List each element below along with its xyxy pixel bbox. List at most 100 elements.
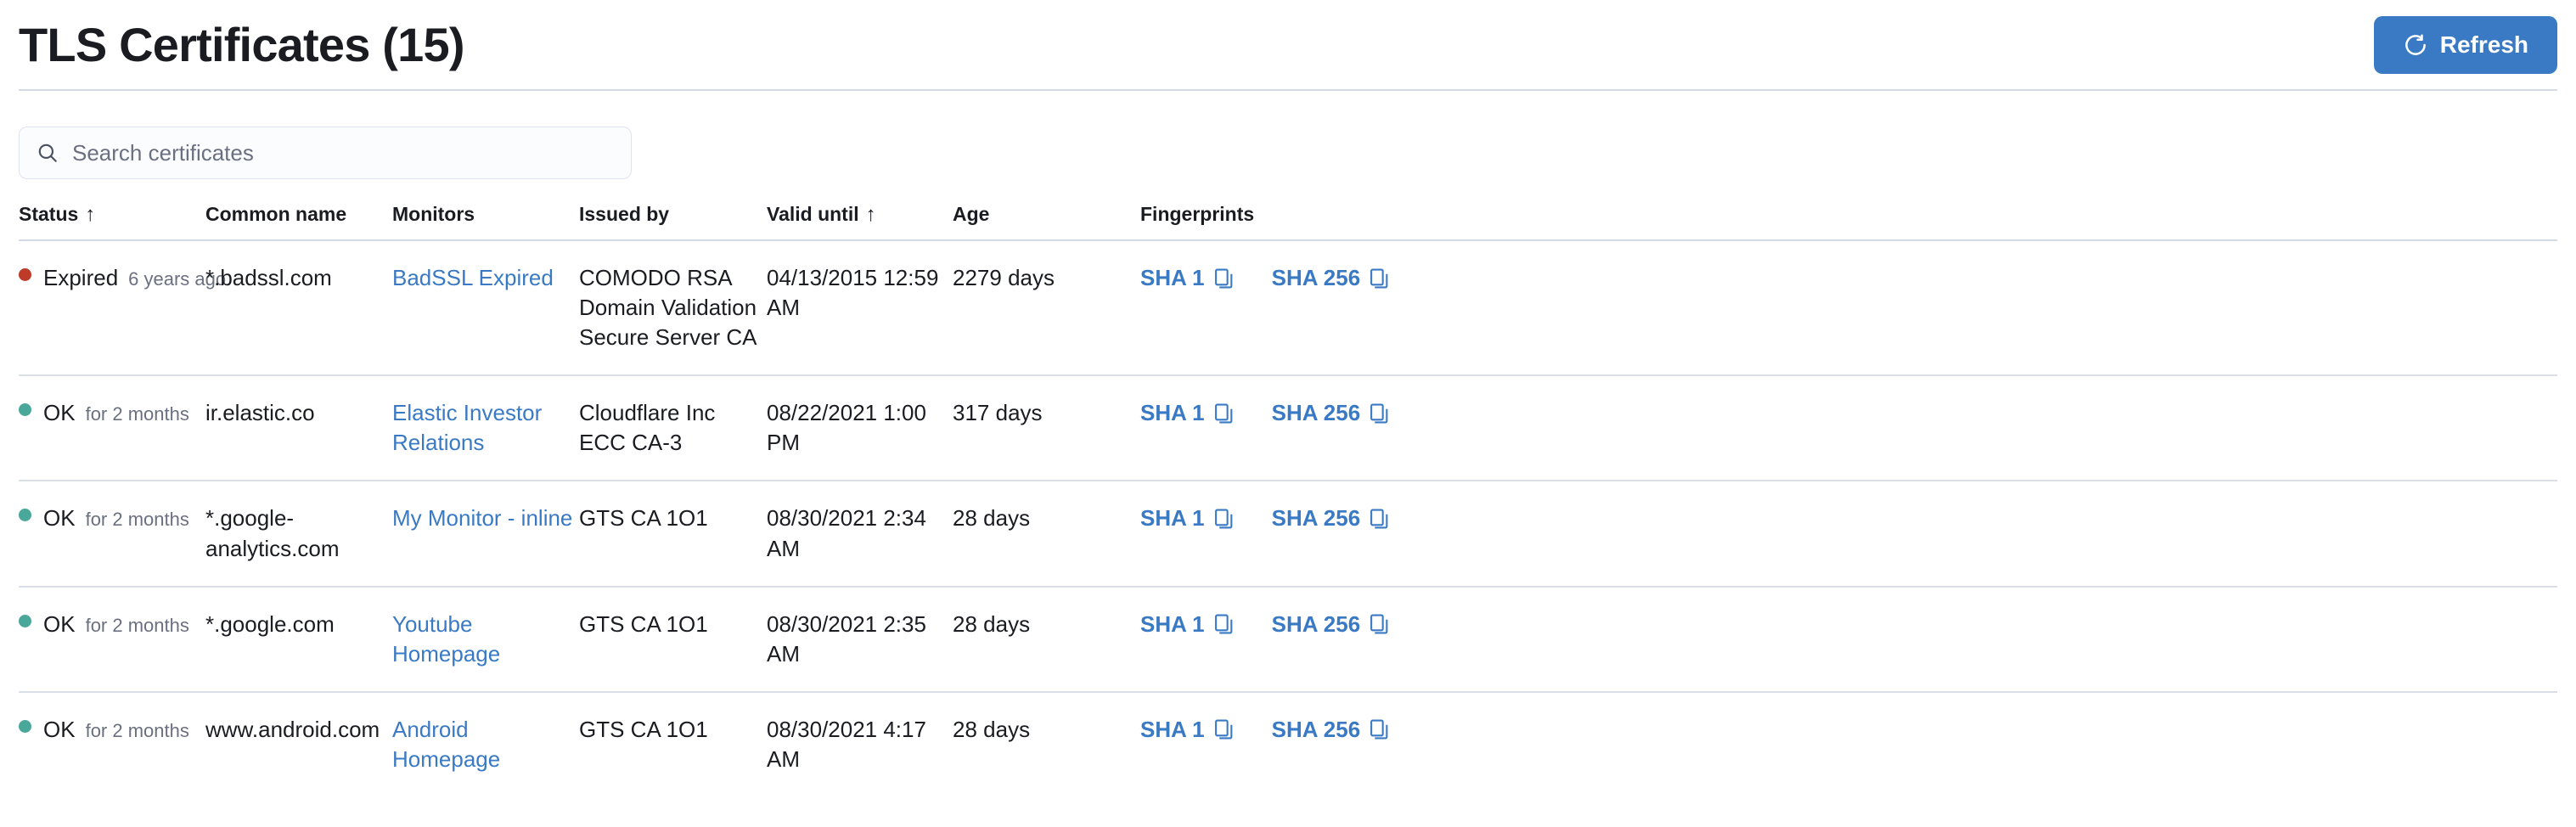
column-header-fingerprints[interactable]: Fingerprints: [1140, 203, 2557, 239]
age-value: 28 days: [953, 717, 1030, 742]
copy-icon: [1369, 508, 1390, 530]
table-row[interactable]: Expired 6 years ago *.badssl.com BadSSL …: [19, 240, 2557, 375]
valid-until-value: 08/30/2021 4:17 AM: [767, 717, 926, 772]
sha256-copy-button[interactable]: SHA 256: [1272, 504, 1391, 533]
monitor-link[interactable]: Android Homepage: [392, 717, 500, 772]
issued-by-value: GTS CA 1O1: [579, 505, 708, 531]
valid-until-value: 08/22/2021 1:00 PM: [767, 400, 926, 455]
tls-certificates-page: TLS Certificates (15) Refresh: [0, 0, 2576, 827]
certificates-table: Status↑ Common name Monitors Issued by V…: [19, 203, 2557, 796]
cell-valid-until: 08/30/2021 2:35 AM: [767, 587, 953, 692]
fingerprints-group: SHA 1 SHA 256: [1140, 610, 2557, 639]
cell-issued-by: GTS CA 1O1: [579, 481, 767, 586]
valid-until-value: 08/30/2021 2:35 AM: [767, 611, 926, 667]
common-name-value: ir.elastic.co: [205, 400, 315, 425]
cell-age: 28 days: [953, 481, 1140, 586]
status-relative-time: for 2 months: [86, 402, 189, 427]
sha1-copy-button[interactable]: SHA 1: [1140, 504, 1235, 533]
copy-icon: [1213, 718, 1235, 740]
refresh-button[interactable]: Refresh: [2374, 16, 2557, 74]
column-header-valid-until-label: Valid until: [767, 203, 859, 225]
cell-fingerprints: SHA 1 SHA 256: [1140, 692, 2557, 796]
sha1-label: SHA 1: [1140, 610, 1205, 639]
search-box[interactable]: [19, 127, 632, 179]
sha256-copy-button[interactable]: SHA 256: [1272, 398, 1391, 428]
cell-common-name: www.android.com: [205, 692, 392, 796]
sha256-copy-button[interactable]: SHA 256: [1272, 715, 1391, 745]
status-relative-time: for 2 months: [86, 613, 189, 639]
column-header-common-name-label: Common name: [205, 203, 346, 225]
sha1-label: SHA 1: [1140, 398, 1205, 428]
sha1-copy-button[interactable]: SHA 1: [1140, 398, 1235, 428]
cell-status: OK for 2 months: [19, 375, 205, 481]
column-header-issued-by-label: Issued by: [579, 203, 669, 225]
common-name-value: *.google.com: [205, 611, 335, 637]
sha256-copy-button[interactable]: SHA 256: [1272, 263, 1391, 293]
sha256-copy-button[interactable]: SHA 256: [1272, 610, 1391, 639]
sha1-label: SHA 1: [1140, 504, 1205, 533]
table-row[interactable]: OK for 2 months www.android.com Android …: [19, 692, 2557, 796]
cell-issued-by: Cloudflare Inc ECC CA-3: [579, 375, 767, 481]
status-label: OK: [43, 715, 76, 745]
sha1-copy-button[interactable]: SHA 1: [1140, 610, 1235, 639]
table-row[interactable]: OK for 2 months *.google.com Youtube Hom…: [19, 587, 2557, 692]
search-area: [19, 91, 2557, 203]
cell-monitors: BadSSL Expired: [392, 240, 579, 375]
cell-status: Expired 6 years ago: [19, 240, 205, 375]
cell-monitors: My Monitor - inline: [392, 481, 579, 586]
monitor-link[interactable]: BadSSL Expired: [392, 265, 554, 290]
monitor-link[interactable]: My Monitor - inline: [392, 505, 572, 531]
cell-common-name: ir.elastic.co: [205, 375, 392, 481]
sha256-label: SHA 256: [1272, 610, 1361, 639]
status-label: OK: [43, 504, 76, 533]
cell-fingerprints: SHA 1 SHA 256: [1140, 587, 2557, 692]
cell-monitors: Youtube Homepage: [392, 587, 579, 692]
status-badge: OK for 2 months: [19, 504, 205, 533]
monitor-link[interactable]: Elastic Investor Relations: [392, 400, 542, 455]
cell-valid-until: 08/30/2021 2:34 AM: [767, 481, 953, 586]
column-header-monitors[interactable]: Monitors: [392, 203, 579, 239]
age-value: 28 days: [953, 611, 1030, 637]
status-label: Expired: [43, 263, 118, 293]
status-label: OK: [43, 398, 76, 428]
issued-by-value: COMODO RSA Domain Validation Secure Serv…: [579, 265, 757, 350]
search-icon: [20, 142, 59, 164]
age-value: 2279 days: [953, 265, 1055, 290]
table-row[interactable]: OK for 2 months ir.elastic.co Elastic In…: [19, 375, 2557, 481]
column-header-age-label: Age: [953, 203, 989, 225]
column-header-monitors-label: Monitors: [392, 203, 475, 225]
cell-common-name: *.google-analytics.com: [205, 481, 392, 586]
status-dot-icon: [19, 509, 31, 521]
issued-by-value: GTS CA 1O1: [579, 611, 708, 637]
table-header-row: Status↑ Common name Monitors Issued by V…: [19, 203, 2557, 239]
column-header-valid-until[interactable]: Valid until↑: [767, 203, 953, 239]
cell-status: OK for 2 months: [19, 587, 205, 692]
common-name-value: *.google-analytics.com: [205, 505, 340, 560]
page-header: TLS Certificates (15) Refresh: [19, 0, 2557, 89]
fingerprints-group: SHA 1 SHA 256: [1140, 504, 2557, 533]
cell-status: OK for 2 months: [19, 692, 205, 796]
cell-age: 28 days: [953, 692, 1140, 796]
cell-valid-until: 04/13/2015 12:59 AM: [767, 240, 953, 375]
sha256-label: SHA 256: [1272, 398, 1361, 428]
copy-icon: [1213, 613, 1235, 635]
cell-age: 2279 days: [953, 240, 1140, 375]
column-header-fingerprints-label: Fingerprints: [1140, 203, 1254, 225]
sha1-copy-button[interactable]: SHA 1: [1140, 715, 1235, 745]
column-header-status[interactable]: Status↑: [19, 203, 205, 239]
monitor-link[interactable]: Youtube Homepage: [392, 611, 500, 667]
status-badge: Expired 6 years ago: [19, 263, 205, 293]
status-dot-icon: [19, 268, 31, 281]
cell-monitors: Elastic Investor Relations: [392, 375, 579, 481]
column-header-status-label: Status: [19, 203, 78, 225]
sha1-copy-button[interactable]: SHA 1: [1140, 263, 1235, 293]
cell-common-name: *.badssl.com: [205, 240, 392, 375]
column-header-issued-by[interactable]: Issued by: [579, 203, 767, 239]
copy-icon: [1213, 508, 1235, 530]
column-header-common-name[interactable]: Common name: [205, 203, 392, 239]
table-row[interactable]: OK for 2 months *.google-analytics.com M…: [19, 481, 2557, 586]
sha1-label: SHA 1: [1140, 715, 1205, 745]
copy-icon: [1369, 267, 1390, 290]
column-header-age[interactable]: Age: [953, 203, 1140, 239]
search-input[interactable]: [59, 127, 631, 178]
